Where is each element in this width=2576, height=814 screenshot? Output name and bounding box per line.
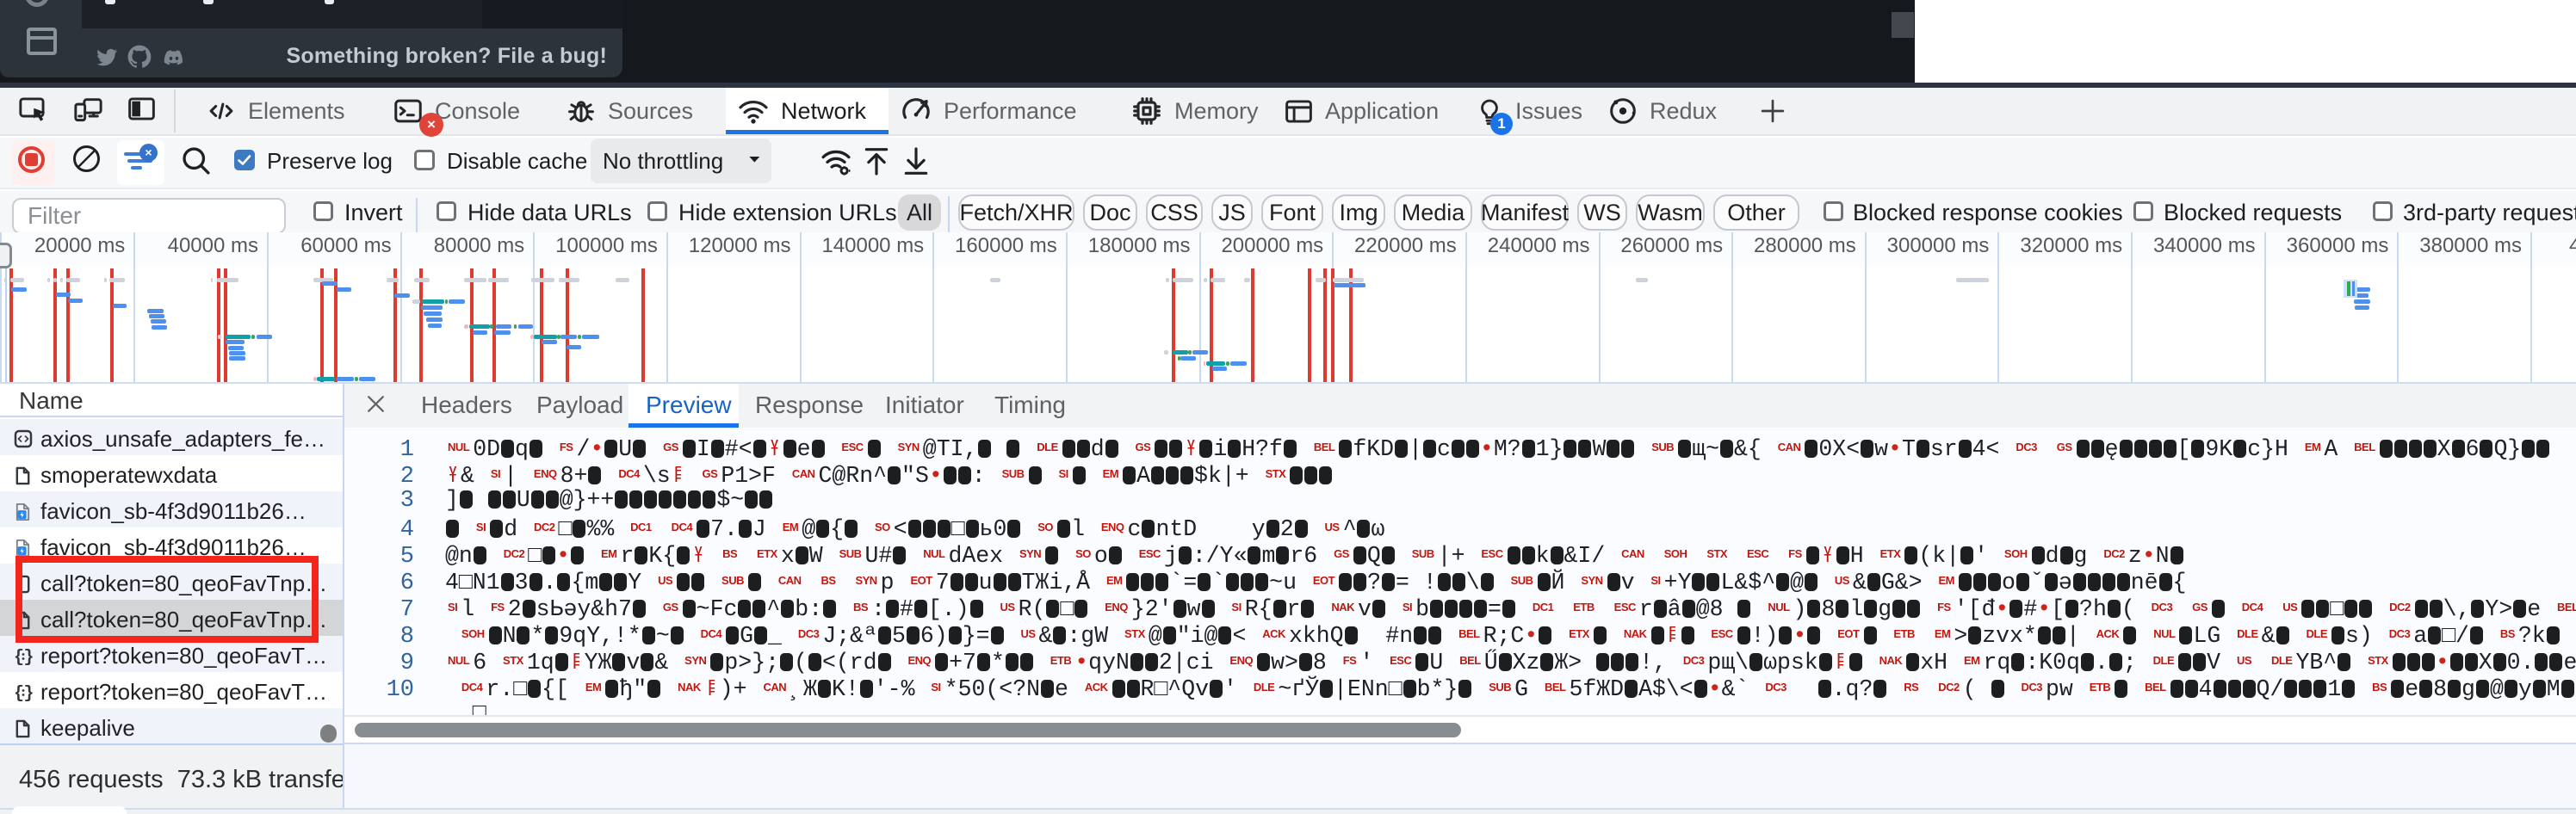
svg-text:{: {: [14, 684, 24, 703]
svg-text:}: }: [24, 684, 34, 703]
svg-text:{: {: [14, 648, 24, 667]
svg-text:}: }: [24, 648, 34, 667]
